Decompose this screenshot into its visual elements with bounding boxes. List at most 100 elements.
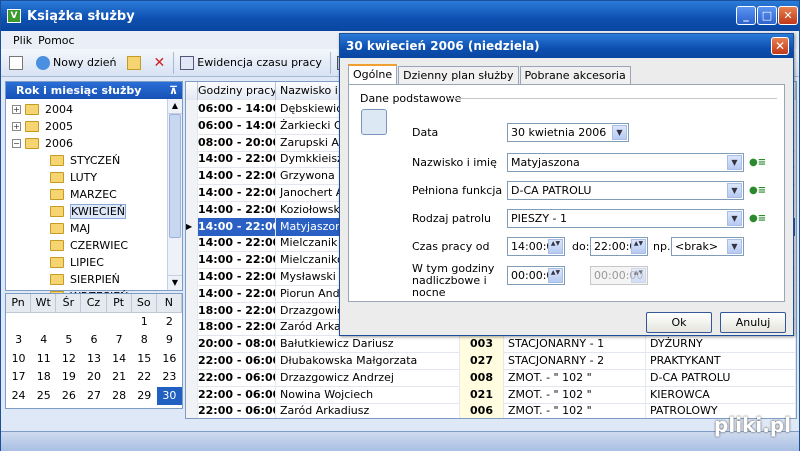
calendar-day[interactable]: 15 [132, 350, 157, 369]
calendar-day[interactable]: 5 [56, 331, 81, 350]
spinner-icon[interactable]: ▲▼ [631, 239, 646, 254]
tree-year-2004[interactable]: +2004 [12, 101, 182, 118]
calendar-day[interactable]: 3 [6, 331, 31, 350]
calendar-day[interactable]: 16 [157, 350, 182, 369]
new-day-button[interactable]: Nowy dzień [34, 52, 119, 74]
chevron-down-icon[interactable]: ▼ [612, 125, 627, 140]
calendar-day[interactable]: 13 [81, 350, 106, 369]
np-select[interactable]: <brak> ▼ [671, 237, 744, 256]
calendar-day[interactable]: 23 [157, 368, 182, 387]
panel-header: Rok i miesiąc służby ⊼ [6, 82, 182, 99]
scroll-down-icon[interactable]: ▼ [168, 275, 182, 290]
delete-button[interactable]: ✕ [152, 52, 168, 74]
calendar-day[interactable]: 1 [132, 313, 157, 332]
dialog-close-button[interactable]: ✕ [771, 37, 789, 55]
maximize-button[interactable]: □ [757, 6, 777, 25]
pin-icon[interactable]: ⊼ [169, 82, 178, 99]
menu-file[interactable]: Plik [13, 34, 32, 47]
tree-month-item[interactable]: STYCZEŃ [12, 152, 182, 169]
tree-scrollbar[interactable]: ▲ ▼ [167, 99, 182, 290]
tree-year-2006[interactable]: − 2006 [12, 135, 182, 152]
open-folder-button[interactable] [125, 52, 146, 74]
ok-button[interactable]: Ok [646, 312, 712, 333]
calendar-day[interactable]: 20 [81, 368, 106, 387]
patrol-select[interactable]: PIESZY - 1 ▼ [507, 209, 744, 228]
add-list-icon[interactable]: ●≡ [749, 214, 766, 224]
tab-daily-plan[interactable]: Dzienny plan służby [398, 66, 519, 84]
table-cell: 006 [460, 402, 504, 418]
name-select[interactable]: Matyjaszona ▼ [507, 153, 744, 172]
new-doc-button[interactable] [7, 52, 28, 74]
calendar-day[interactable]: 14 [107, 350, 132, 369]
calendar-day[interactable]: 30 [156, 386, 182, 405]
calendar-day[interactable]: 11 [31, 350, 56, 369]
row-indicator [186, 385, 198, 404]
chevron-down-icon[interactable]: ▼ [727, 239, 742, 254]
calendar-day[interactable]: 8 [132, 331, 157, 350]
month-label: LIPIEC [70, 256, 104, 269]
row-indicator [186, 116, 198, 135]
add-list-icon[interactable]: ●≡ [749, 186, 766, 196]
tree-month-item[interactable]: SIERPIEŃ [12, 271, 182, 288]
tab-general[interactable]: Ogólne [348, 64, 398, 84]
tree-month-item[interactable]: LUTY [12, 169, 182, 186]
table-row[interactable]: 22:00 - 06:00 Drzazgowicz Andrzej 008 ZMOT.… [186, 368, 796, 387]
time-records-button[interactable]: Ewidencja czasu pracy [173, 51, 324, 74]
calendar-day[interactable]: 27 [81, 387, 106, 406]
close-button[interactable]: ✕ [778, 6, 798, 25]
calendar-day[interactable]: 10 [6, 350, 31, 369]
menu-help[interactable]: Pomoc [38, 34, 74, 47]
date-picker[interactable]: 30 kwietnia 2006 ▼ [507, 123, 629, 142]
time-to-input[interactable]: 22:00:00 ▲▼ [590, 237, 648, 256]
calendar-day[interactable]: 19 [56, 368, 81, 387]
chevron-down-icon[interactable]: ▼ [727, 155, 742, 170]
add-list-icon[interactable]: ●≡ [749, 158, 766, 168]
expand-icon[interactable]: + [12, 105, 21, 114]
table-row[interactable]: 22:00 - 06:00 Nowina Wojciech 021 ZMOT. - "… [186, 385, 796, 404]
calendar-day[interactable]: 2 [157, 313, 182, 332]
function-select[interactable]: D-CA PATROLU ▼ [507, 181, 744, 200]
calendar-day[interactable]: 6 [81, 331, 106, 350]
tree-month-item[interactable]: KWIECIEŃ [12, 203, 182, 220]
calendar-day[interactable]: 26 [56, 387, 81, 406]
collapse-icon[interactable]: − [12, 139, 21, 148]
tab-accessories[interactable]: Pobrane akcesoria [519, 66, 631, 84]
table-row[interactable]: 20:00 - 08:00 Bałutkiewicz Dariusz 003 STAC… [186, 335, 796, 354]
tree-year-2005[interactable]: +2005 [12, 118, 182, 135]
table-cell: 22:00 - 06:00 [198, 368, 276, 387]
tree-month-item[interactable]: MARZEC [12, 186, 182, 203]
expand-icon[interactable]: + [12, 122, 21, 131]
calendar-day[interactable]: 25 [31, 387, 56, 406]
overtime-input[interactable]: 00:00:00 ▲▼ [507, 266, 565, 285]
calendar-day[interactable]: 7 [107, 331, 132, 350]
scroll-up-icon[interactable]: ▲ [168, 99, 182, 114]
month-label: LUTY [70, 171, 98, 184]
chevron-down-icon[interactable]: ▼ [727, 183, 742, 198]
calendar-day[interactable]: 24 [6, 387, 31, 406]
calendar-day[interactable]: 18 [31, 368, 56, 387]
minimize-button[interactable]: _ [736, 6, 756, 25]
cancel-button[interactable]: Anuluj [720, 312, 786, 333]
chevron-down-icon[interactable]: ▼ [727, 211, 742, 226]
calendar-day[interactable]: 12 [56, 350, 81, 369]
time-from-input[interactable]: 14:00:00 ▲▼ [507, 237, 565, 256]
spinner-icon[interactable]: ▲▼ [548, 239, 563, 254]
scroll-thumb[interactable] [169, 114, 181, 238]
calendar-day[interactable]: 28 [107, 387, 132, 406]
column-header[interactable]: Godziny pracy [198, 82, 276, 100]
tree-month-item[interactable]: MAJ [12, 220, 182, 237]
calendar-day[interactable]: 29 [132, 387, 157, 406]
tree-month-item[interactable]: LIPIEC [12, 254, 182, 271]
delete-icon: ✕ [153, 54, 166, 71]
calendar-day[interactable]: 4 [31, 331, 56, 350]
column-header[interactable] [186, 82, 198, 100]
calendar-day[interactable]: 17 [6, 368, 31, 387]
calendar-day[interactable]: 22 [132, 368, 157, 387]
calendar-day[interactable]: 9 [157, 331, 182, 350]
table-row[interactable]: 22:00 - 06:00 Dłubakowska Małgorzata 027 ST… [186, 352, 796, 370]
general-tab-panel: Dane podstawowe Data 30 kwietnia 2006 ▼ N… [348, 84, 785, 302]
calendar-day[interactable]: 21 [107, 368, 132, 387]
table-row[interactable]: 22:00 - 06:00 Zaród Arkadiusz 006 ZMOT. - "… [186, 402, 796, 418]
tree-month-item[interactable]: CZERWIEC [12, 237, 182, 254]
spinner-icon[interactable]: ▲▼ [548, 268, 563, 283]
